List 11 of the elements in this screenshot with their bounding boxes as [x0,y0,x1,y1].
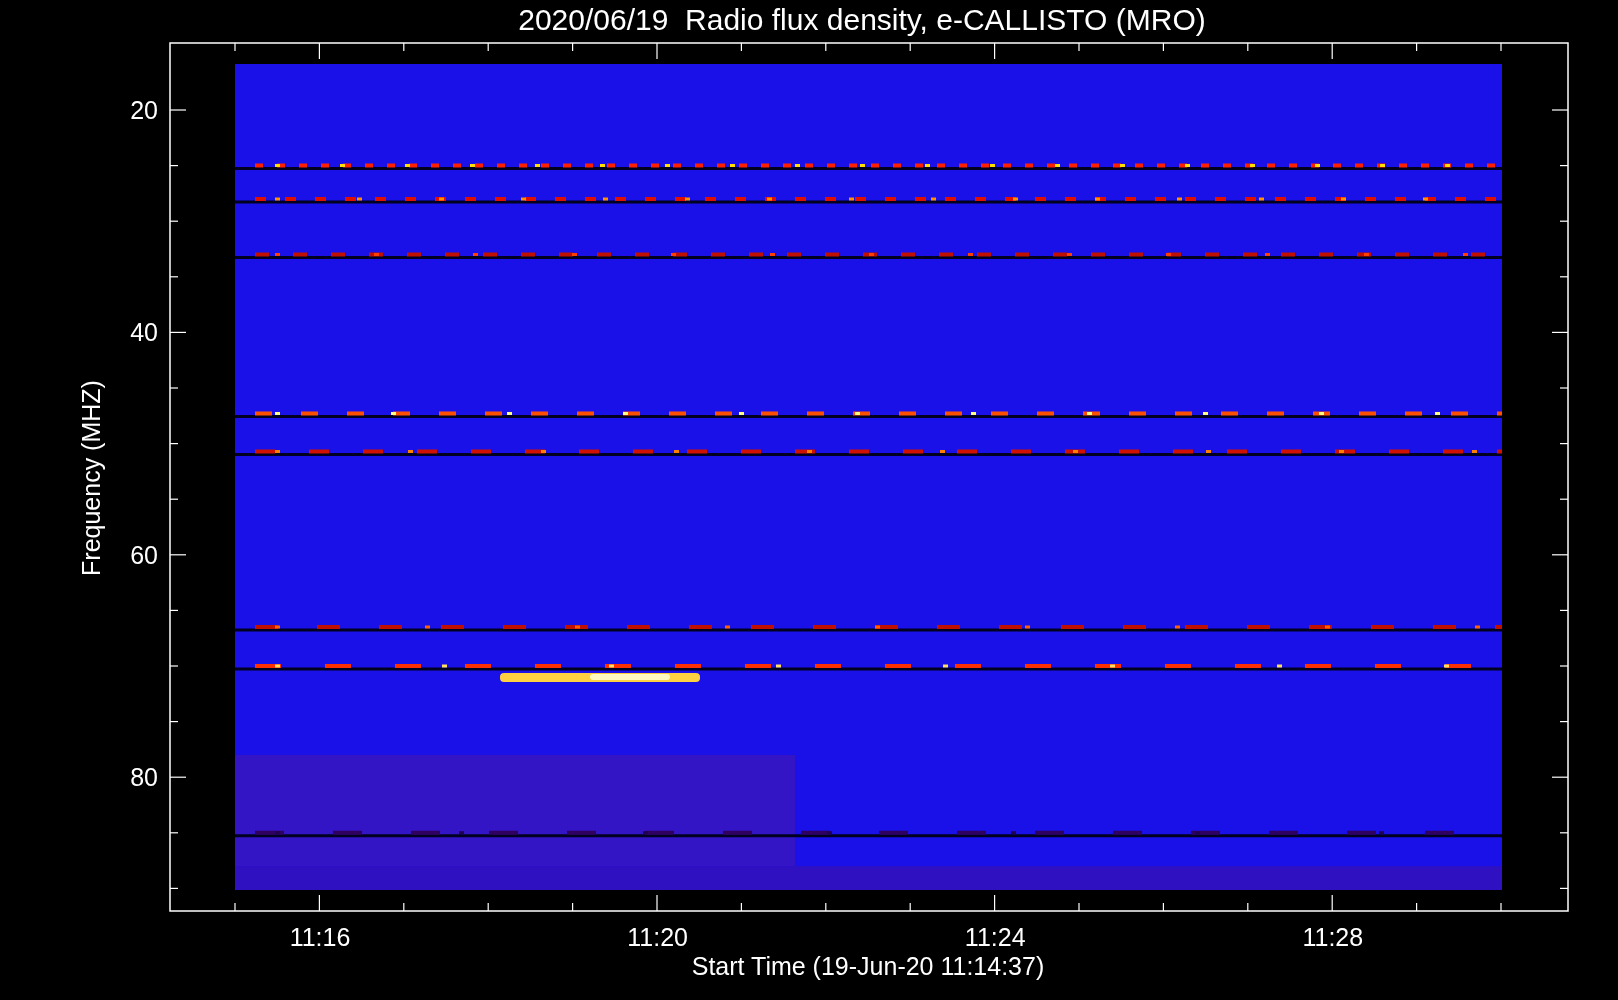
axis-label: Frequency (MHZ) [77,380,105,576]
axis-tick-label: 11:16 [289,923,351,951]
axis-tick-label: 20 [130,96,158,124]
chart-title: 2020/06/19 Radio flux density, e-CALLISTO (MRO) [518,3,1206,36]
axis-tick-label: 80 [130,763,158,792]
axis-tick-label: 11:24 [964,923,1026,951]
axis-tick-label: 60 [130,540,158,569]
axis-tick-label: 11:20 [627,923,688,951]
axis-tick-label: 40 [130,318,158,347]
axis-label: Start Time (19-Jun-20 11:14:37) [691,952,1045,980]
axis-tick-label: 11:28 [1302,923,1364,951]
